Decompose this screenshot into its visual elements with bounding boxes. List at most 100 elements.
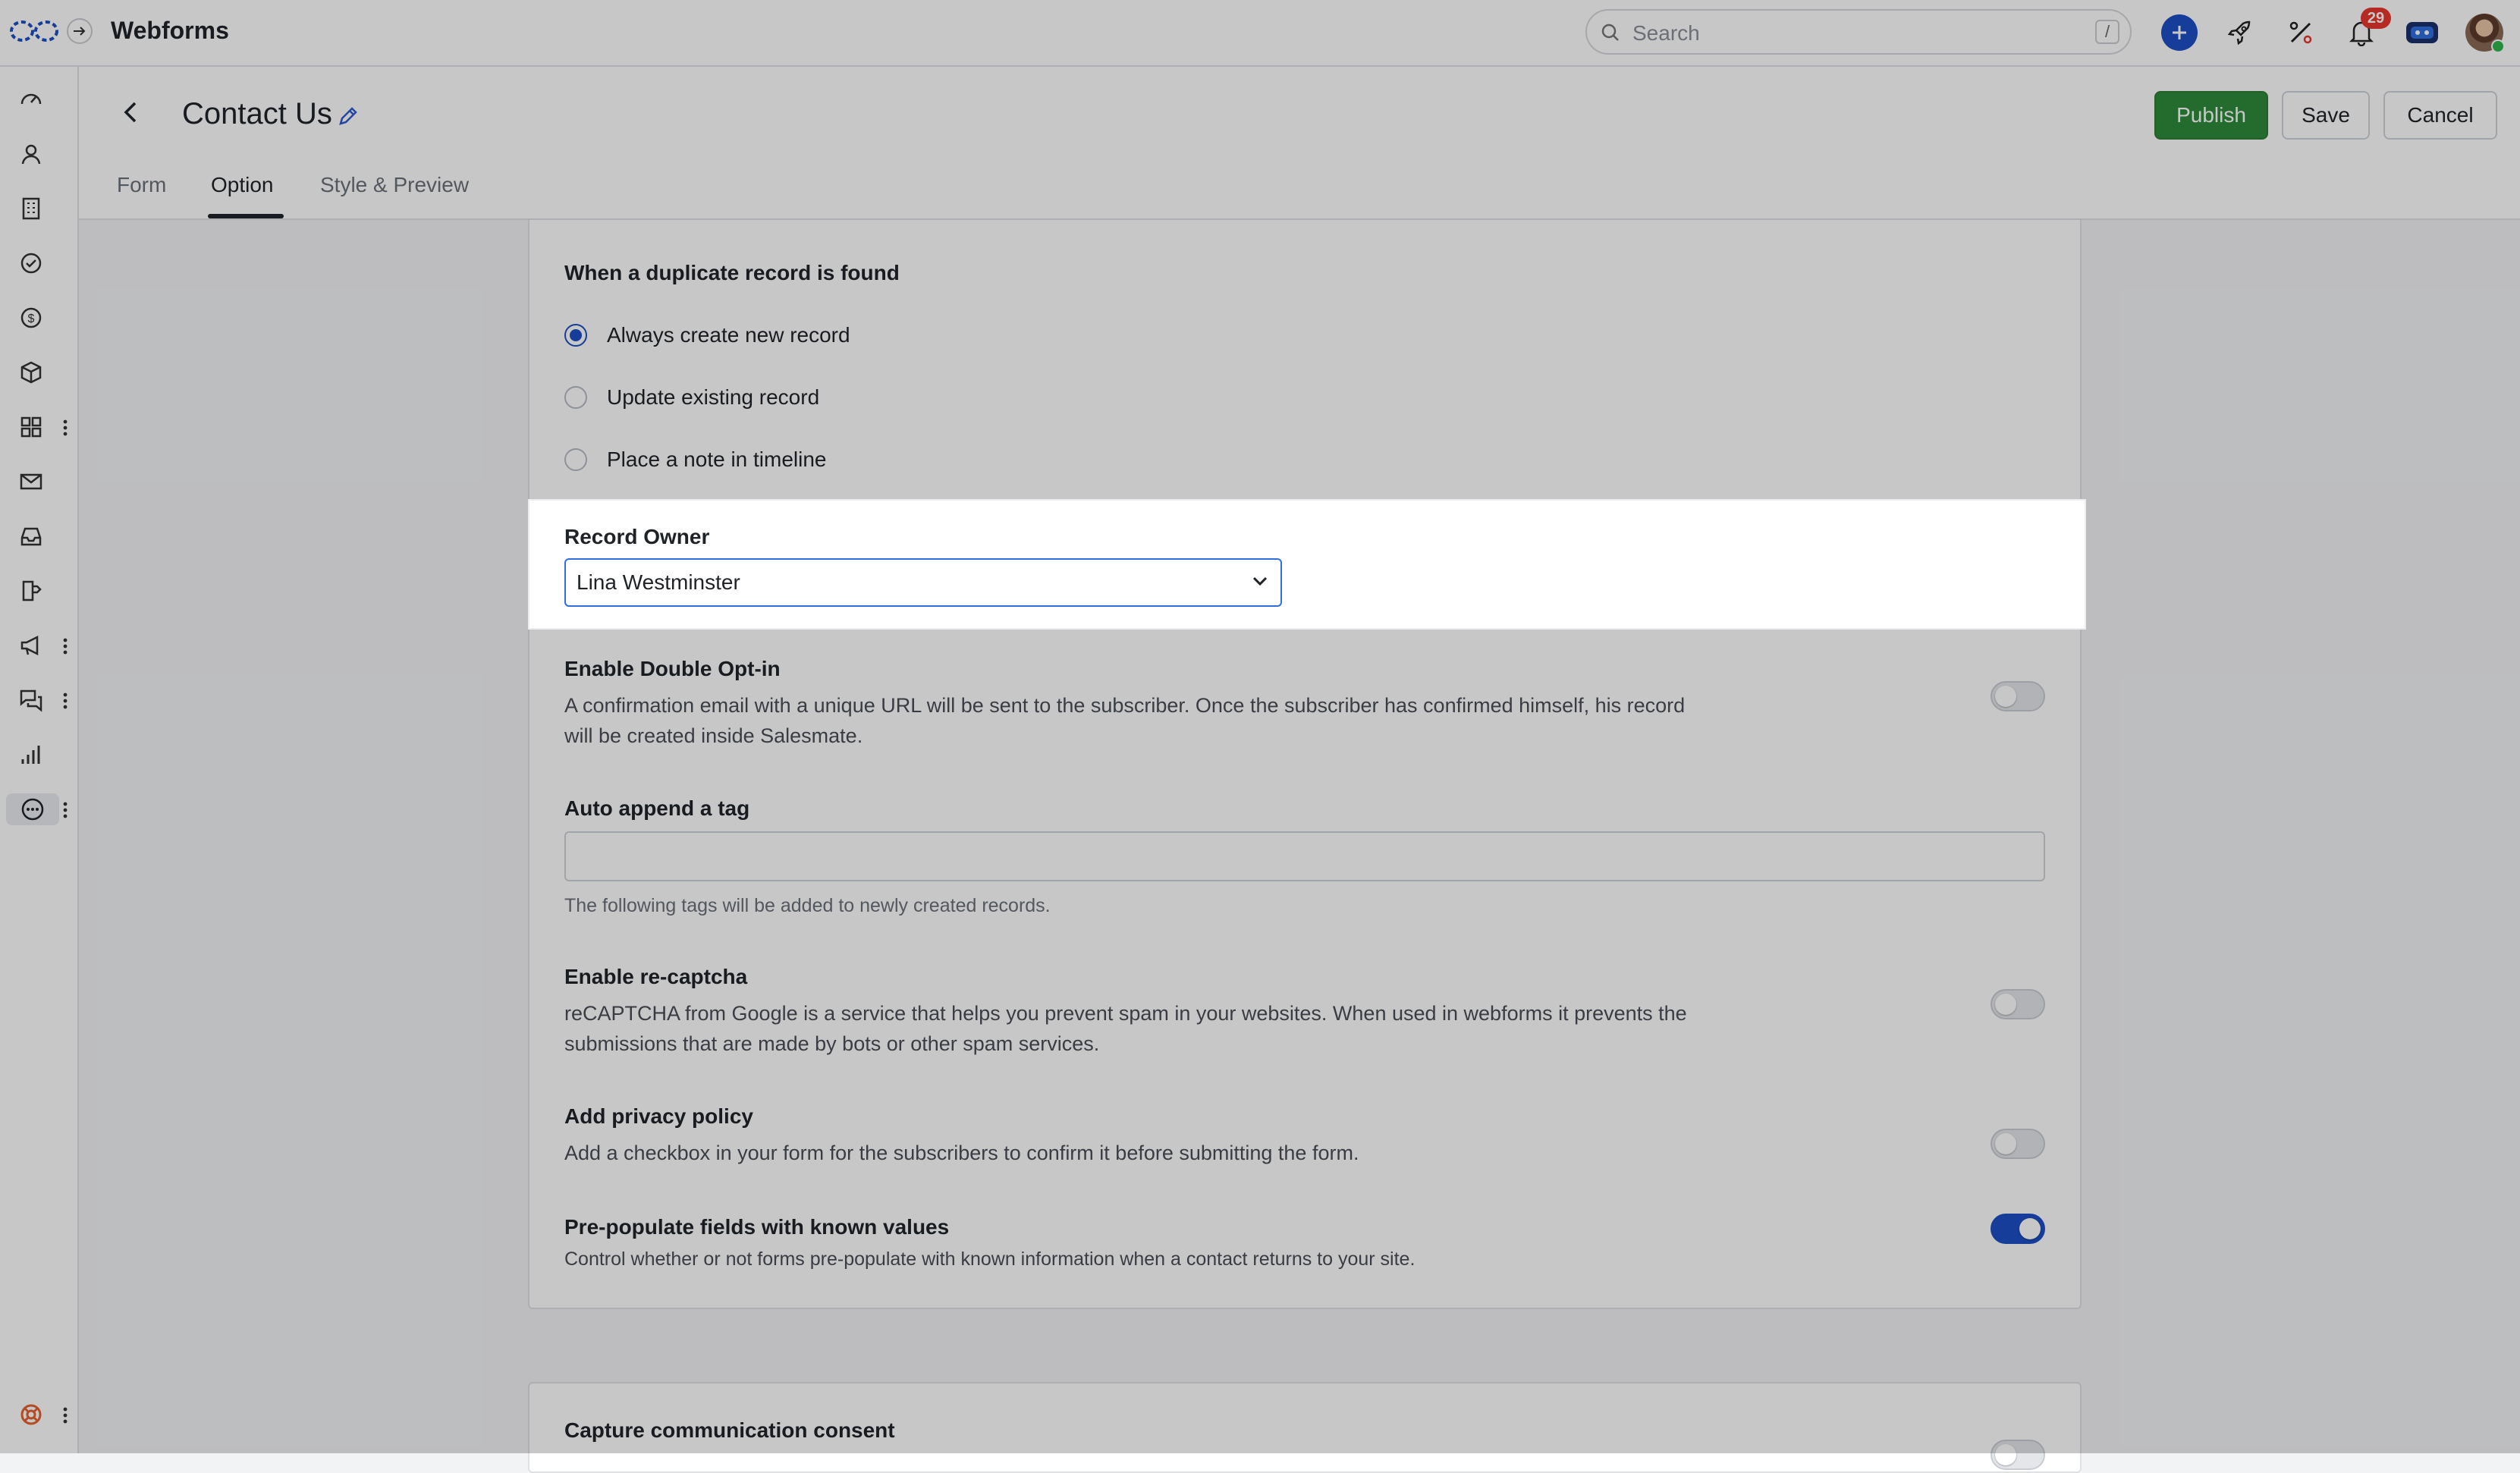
nav-more-apps-more-button[interactable] bbox=[59, 798, 71, 822]
more-vertical-icon bbox=[63, 638, 68, 655]
top-bar: Webforms Search / 29 bbox=[0, 0, 2520, 67]
consent-title: Capture communication consent bbox=[564, 1418, 895, 1442]
double-optin-desc-line: A confirmation email with a unique URL w… bbox=[564, 694, 1686, 717]
double-optin-title: Enable Double Opt-in bbox=[564, 657, 781, 680]
radio-label: Update existing record bbox=[607, 385, 820, 409]
more-vertical-icon bbox=[63, 419, 68, 436]
app-title: Webforms bbox=[111, 17, 229, 44]
companies-icon bbox=[22, 197, 40, 220]
chevron-left-icon bbox=[124, 102, 137, 123]
notification-count-badge: 29 bbox=[2361, 8, 2391, 29]
recaptcha-title: Enable re-captcha bbox=[564, 965, 748, 988]
privacy-description: Add a checkbox in your form for the subs… bbox=[564, 1142, 1359, 1164]
nav-reports[interactable] bbox=[15, 739, 47, 771]
search-icon bbox=[1601, 24, 1619, 41]
nav-inbox[interactable] bbox=[15, 520, 47, 552]
privacy-title: Add privacy policy bbox=[564, 1104, 753, 1128]
products-icon bbox=[20, 361, 42, 384]
tab-option[interactable]: Option bbox=[211, 173, 274, 197]
user-avatar[interactable] bbox=[2465, 14, 2505, 53]
radio-button[interactable] bbox=[564, 386, 587, 409]
prepopulate-description: Control whether or not forms pre-populat… bbox=[564, 1248, 1416, 1270]
publish-button[interactable]: Publish bbox=[2154, 91, 2268, 140]
nav-dashboard[interactable] bbox=[15, 83, 47, 115]
reports-icon bbox=[21, 746, 40, 764]
megaphone-icon bbox=[20, 635, 39, 656]
chevron-down-icon bbox=[1252, 576, 1268, 586]
nav-email[interactable] bbox=[15, 466, 47, 498]
double-optin-description: A confirmation email with a unique URL w… bbox=[564, 690, 1685, 751]
salesmate-logo-icon[interactable] bbox=[9, 18, 59, 44]
search-shortcut-key: / bbox=[2095, 20, 2119, 44]
nav-apps-more-button[interactable] bbox=[59, 416, 71, 440]
search-input[interactable]: Search / bbox=[1585, 9, 2132, 55]
more-vertical-icon bbox=[63, 802, 68, 818]
nav-sequences[interactable] bbox=[15, 575, 47, 607]
nav-deals[interactable]: $ bbox=[15, 302, 47, 334]
record-owner-select[interactable]: Lina Westminster bbox=[564, 558, 1282, 607]
more-vertical-icon bbox=[63, 693, 68, 709]
nav-companies[interactable] bbox=[15, 193, 47, 225]
tab-form[interactable]: Form bbox=[117, 173, 166, 197]
sequences-icon bbox=[22, 580, 42, 601]
inbox-icon bbox=[20, 527, 42, 546]
plus-icon bbox=[2173, 26, 2186, 39]
deals-icon: $ bbox=[20, 307, 42, 328]
ai-assistant-button[interactable] bbox=[2402, 12, 2443, 53]
arrow-right-icon bbox=[74, 27, 86, 36]
getting-started-button[interactable] bbox=[2220, 12, 2261, 53]
save-button[interactable]: Save bbox=[2282, 91, 2370, 140]
radio-place-note[interactable]: Place a note in timeline bbox=[564, 444, 827, 475]
dim-overlay-right bbox=[2085, 501, 2520, 628]
nav-apps[interactable] bbox=[15, 411, 47, 443]
prepopulate-title: Pre-populate fields with known values bbox=[564, 1215, 950, 1239]
radio-always-create-new[interactable]: Always create new record bbox=[564, 320, 850, 350]
back-button[interactable] bbox=[115, 97, 146, 127]
privacy-toggle[interactable] bbox=[1991, 1129, 2045, 1159]
expand-sidebar-button[interactable] bbox=[67, 18, 93, 44]
auto-tag-input[interactable] bbox=[564, 831, 2045, 881]
nav-campaigns-more-button[interactable] bbox=[59, 634, 71, 658]
tab-style-preview[interactable]: Style & Preview bbox=[320, 173, 469, 197]
consent-toggle[interactable] bbox=[1991, 1440, 2045, 1470]
nav-campaigns[interactable] bbox=[15, 630, 47, 661]
double-optin-toggle[interactable] bbox=[1991, 681, 2045, 711]
auto-tag-title: Auto append a tag bbox=[564, 796, 750, 820]
radio-label: Always create new record bbox=[607, 323, 850, 347]
nav-chat-more-button[interactable] bbox=[59, 689, 71, 713]
record-owner-title: Record Owner bbox=[564, 525, 710, 548]
nav-products[interactable] bbox=[15, 356, 47, 388]
more-vertical-icon bbox=[63, 1407, 68, 1424]
active-tab-indicator bbox=[208, 214, 284, 218]
edit-title-icon[interactable] bbox=[337, 105, 360, 127]
offers-button[interactable] bbox=[2280, 12, 2321, 53]
radio-update-existing[interactable]: Update existing record bbox=[564, 382, 819, 413]
rocket-icon bbox=[2227, 20, 2251, 46]
duplicate-record-title: When a duplicate record is found bbox=[564, 261, 900, 284]
cancel-button[interactable]: Cancel bbox=[2383, 91, 2497, 140]
radio-label: Place a note in timeline bbox=[607, 448, 827, 471]
nav-help[interactable] bbox=[15, 1399, 47, 1431]
nav-chat[interactable] bbox=[15, 684, 47, 716]
record-owner-value: Lina Westminster bbox=[577, 570, 740, 594]
auto-tag-hint: The following tags will be added to newl… bbox=[564, 895, 1051, 916]
double-optin-desc-line: will be created inside Salesmate. bbox=[564, 724, 863, 747]
prepopulate-toggle[interactable] bbox=[1991, 1214, 2045, 1244]
more-horizontal-circle-icon bbox=[21, 798, 44, 821]
nav-tasks[interactable] bbox=[15, 247, 47, 279]
email-icon bbox=[20, 473, 42, 490]
lifebuoy-icon bbox=[20, 1404, 42, 1425]
recaptcha-desc-line: reCAPTCHA from Google is a service that … bbox=[564, 1002, 1687, 1025]
page-header: Contact Us Publish Save Cancel Form Opti… bbox=[79, 67, 2520, 220]
contacts-icon bbox=[21, 144, 41, 165]
nav-help-more-button[interactable] bbox=[59, 1403, 71, 1427]
apps-icon bbox=[20, 416, 42, 438]
recaptcha-toggle[interactable] bbox=[1991, 989, 2045, 1019]
nav-contacts[interactable] bbox=[15, 138, 47, 170]
tasks-icon bbox=[20, 253, 42, 274]
radio-button-checked[interactable] bbox=[564, 324, 587, 347]
radio-button[interactable] bbox=[564, 448, 587, 471]
page-title: Contact Us bbox=[182, 97, 332, 130]
quick-add-button[interactable] bbox=[2159, 12, 2200, 53]
nav-more-apps[interactable] bbox=[6, 793, 59, 825]
